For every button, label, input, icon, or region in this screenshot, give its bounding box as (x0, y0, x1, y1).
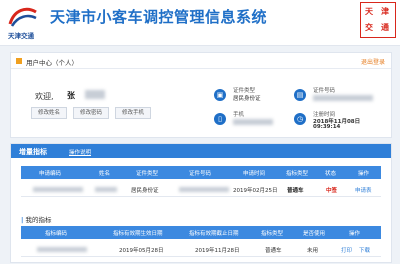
col-apply-time: 申请时间 (243, 171, 266, 177)
increment-quota-panel: 增量指标 操作说明 申请编码 姓名 证件类型 证件号码 申请时间 指标类型 状态… (10, 143, 392, 263)
stamp-char-4: 通 (381, 23, 389, 32)
stamp-logo: 天 津 交 通 (360, 2, 396, 38)
app-title: 天津市小客车调控管理信息系统 (50, 8, 268, 26)
edit-phone-button[interactable]: 修改手机 (115, 107, 151, 119)
application-form-link[interactable]: 申请表 (355, 186, 372, 194)
name-redacted (95, 187, 117, 192)
id-number-cell-redacted (179, 187, 229, 192)
stamp-char-3: 交 (365, 23, 373, 32)
download-link[interactable]: 下载 (359, 246, 370, 254)
phone-label: 手机 (233, 112, 245, 118)
col-valid-end: 指标有效期截止日期 (189, 231, 239, 237)
col-my-action: 操作 (349, 231, 361, 237)
status-badge: 中签 (326, 188, 338, 194)
user-center-header: 用户中心（个人） 退出登录 (11, 53, 391, 69)
id-type-value: 居民身份证 (233, 96, 261, 102)
increment-quota-header: 增量指标 操作说明 (11, 144, 391, 158)
quota-type-cell: 普通车 (287, 188, 304, 194)
used-cell: 未用 (307, 248, 319, 254)
phone-redacted (233, 119, 273, 125)
valid-end-cell: 2019年11月28日 (195, 248, 240, 254)
print-link[interactable]: 打印 (341, 246, 352, 254)
header-divider (0, 45, 400, 46)
my-quota-title-text: 我的指标 (25, 216, 52, 224)
user-name-redacted (85, 90, 105, 99)
clock-icon: ◷ (294, 113, 306, 125)
section-marker-icon (16, 58, 22, 64)
edit-password-button[interactable]: 修改密码 (73, 107, 109, 119)
id-number-icon: ▤ (294, 89, 306, 101)
user-center-card: 用户中心（个人） 退出登录 欢迎, 张 修改姓名 修改密码 修改手机 ▣ 证件类… (10, 52, 392, 138)
col-action: 操作 (358, 171, 370, 177)
increment-quota-title: 增量指标 (19, 148, 47, 156)
id-type-cell: 居民身份证 (131, 188, 159, 194)
quota-code-redacted (37, 247, 87, 252)
user-center-title: 用户中心（个人） (26, 59, 78, 67)
col-quota-code: 指标编码 (45, 231, 68, 237)
id-number-redacted (313, 95, 373, 101)
greeting-text: 欢迎, (35, 92, 54, 101)
apply-time-cell: 2019年02月25日 (233, 188, 278, 194)
valid-start-cell: 2019年05月28日 (119, 248, 164, 254)
table-row: 2019年05月28日 2019年11月28日 普通车 未用 打印 下载 (21, 242, 381, 257)
edit-name-button[interactable]: 修改姓名 (31, 107, 67, 119)
id-type-label: 证件类型 (233, 88, 256, 94)
stamp-char-1: 天 (365, 7, 373, 16)
phone-icon: ▯ (214, 113, 226, 125)
logo-swirl-icon (8, 7, 37, 27)
logo-text: 天津交通 (8, 32, 34, 40)
col-quota-type: 指标类型 (286, 171, 309, 177)
id-card-icon: ▣ (214, 89, 226, 101)
col-status: 状态 (325, 171, 337, 177)
col-used: 是否使用 (303, 231, 326, 237)
id-number-label: 证件号码 (313, 88, 336, 94)
app-header: 天津交通 天津市小客车调控管理信息系统 天 津 交 通 (0, 0, 400, 46)
apply-code-redacted (33, 187, 83, 192)
col-my-quota-type: 指标类型 (261, 231, 284, 237)
stamp-char-2: 津 (381, 7, 389, 16)
my-quota-type-cell: 普通车 (265, 248, 282, 254)
register-time: 09:39:14 (313, 124, 341, 130)
logout-link[interactable]: 退出登录 (361, 57, 385, 66)
increment-table-header: 申请编码 姓名 证件类型 证件号码 申请时间 指标类型 状态 操作 (21, 166, 381, 179)
col-name: 姓名 (99, 171, 111, 177)
user-name: 张 (67, 91, 75, 100)
my-quota-table-header: 指标编码 指标有效期生效日期 指标有效期截止日期 指标类型 是否使用 操作 (21, 226, 381, 239)
app-logo: 天津交通 (6, 4, 40, 40)
col-id-type: 证件类型 (136, 171, 159, 177)
col-id-number: 证件号码 (189, 171, 212, 177)
col-valid-start: 指标有效期生效日期 (113, 231, 163, 237)
operation-help-link[interactable]: 操作说明 (69, 148, 91, 156)
my-quota-title: | 我的指标 (21, 216, 52, 224)
col-apply-code: 申请编码 (39, 171, 62, 177)
table-row: 居民身份证 2019年02月25日 普通车 中签 申请表 (21, 182, 381, 197)
